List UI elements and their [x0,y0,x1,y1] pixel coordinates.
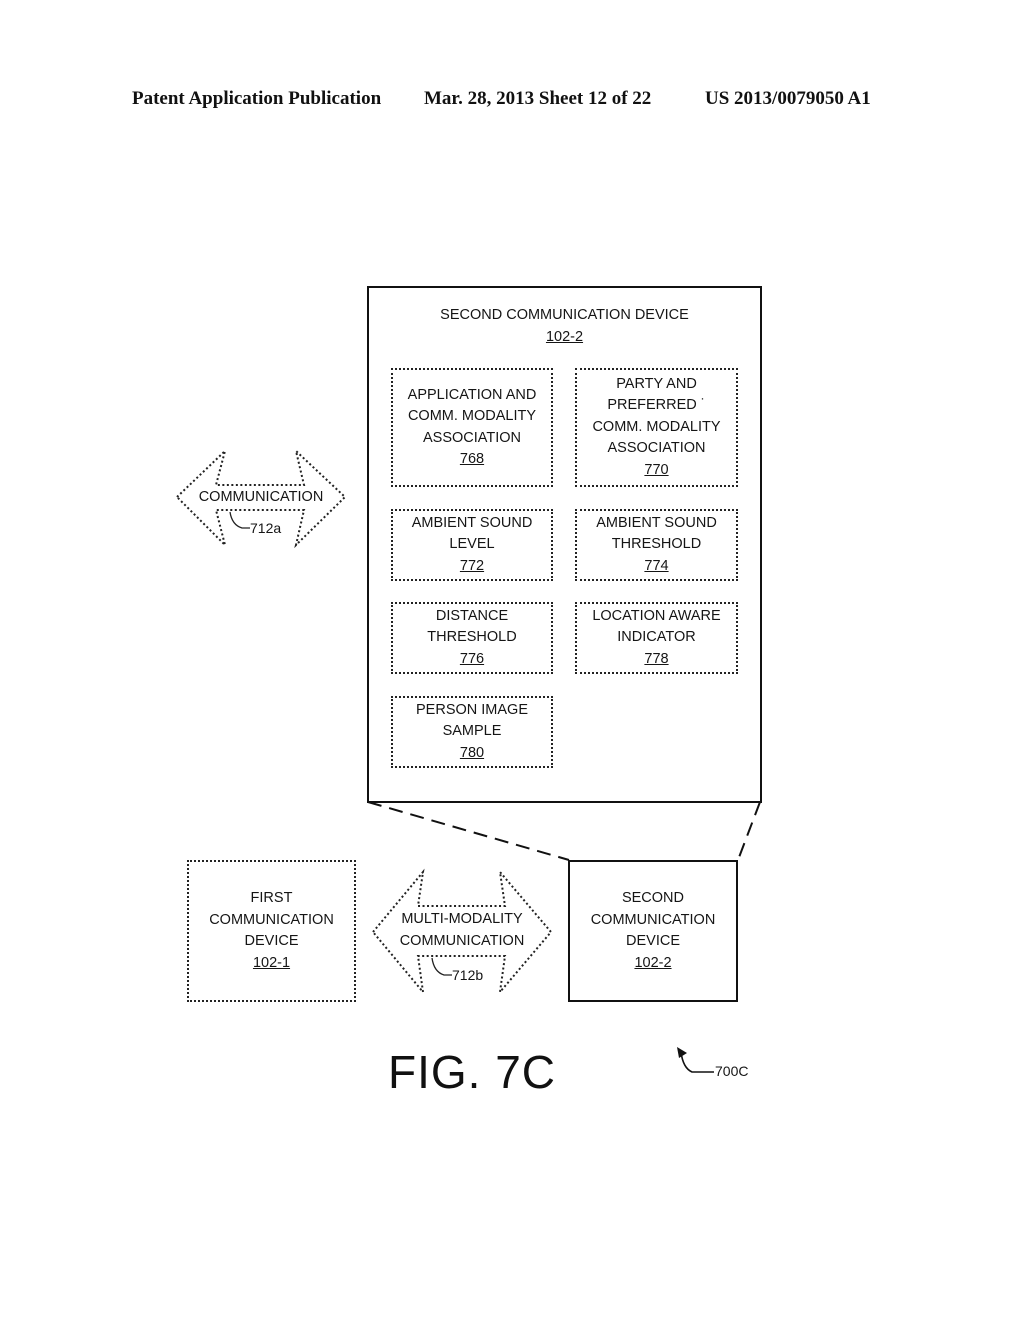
component-776-line: THRESHOLD [427,629,517,646]
detail-box-title-text: SECOND COMMUNICATION DEVICE [440,307,689,323]
component-770-line: ASSOCIATION [607,440,706,457]
zoom-connector-left [367,801,570,861]
second-device-box: SECOND COMMUNICATION DEVICE 102-2 [568,860,738,1002]
patent-number: US 2013/0079050 A1 [705,88,871,109]
first-device-line: FIRST [250,890,293,906]
component-778-line: LOCATION AWARE [592,607,721,624]
component-770: PARTY AND PREFERRED ˙ COMM. MODALITY ASS… [575,368,738,487]
second-device-line: DEVICE [626,933,680,949]
component-772: AMBIENT SOUND LEVEL 772 [391,509,553,581]
second-device-ref: 102-2 [634,954,672,971]
first-device-ref: 102-1 [252,954,291,971]
component-780-ref: 780 [459,744,485,761]
first-device-box: FIRST COMMUNICATION DEVICE 102-1 [187,860,356,1002]
component-776-ref: 776 [459,650,485,667]
component-774: AMBIENT SOUND THRESHOLD 774 [575,509,738,581]
multi-modality-label-line: MULTI-MODALITY [401,911,523,927]
ref-700c-arrow [680,1051,714,1073]
zoom-connector-right [737,801,761,861]
communication-arrow-label: COMMUNICATION [198,489,324,505]
component-772-line: LEVEL [449,536,495,553]
component-770-ref: 770 [644,461,669,478]
component-778: LOCATION AWARE INDICATOR 778 [575,602,738,674]
second-device-line: SECOND [621,890,685,906]
component-776-line: DISTANCE [435,607,509,624]
component-770-line: COMM. MODALITY [592,418,721,435]
first-device-line: COMMUNICATION [209,911,334,928]
component-768: APPLICATION AND COMM. MODALITY ASSOCIATI… [391,368,553,487]
component-770-line: PARTY AND [616,375,697,392]
component-780: PERSON IMAGE SAMPLE 780 [391,696,553,768]
component-768-line: COMM. MODALITY [407,408,537,424]
figure-label: FIG. 7C [388,1046,557,1098]
leader-712b [431,957,452,976]
multi-modality-label: MULTI-MODALITY COMMUNICATION [392,909,532,952]
component-770-line: PREFERRED ˙ [607,397,706,414]
publication-label: Patent Application Publication [132,88,382,109]
detail-box-ref: 102-2 [545,328,584,345]
component-774-line: AMBIENT SOUND [596,514,717,531]
component-774-line: THRESHOLD [611,536,702,553]
first-device-line: DEVICE [244,933,299,949]
component-778-ref: 778 [644,650,669,667]
multi-modality-ref: 712b [452,967,484,983]
component-772-line: AMBIENT SOUND [411,514,533,531]
component-776: DISTANCE THRESHOLD 776 [391,602,553,674]
communication-arrow-ref: 712a [250,520,282,536]
ref-700c-arrowhead [677,1047,687,1058]
component-768-ref: 768 [459,451,485,467]
component-772-ref: 772 [459,557,485,574]
component-768-line: APPLICATION AND [407,386,537,403]
date-sheet-label: Mar. 28, 2013 Sheet 12 of 22 [424,88,652,109]
leader-712a [229,511,250,529]
detail-box-title: SECOND COMMUNICATION DEVICE 102-2 [369,305,760,348]
component-780-line: SAMPLE [442,723,502,740]
component-778-line: INDICATOR [617,629,696,646]
component-780-line: PERSON IMAGE [416,701,528,718]
component-774-ref: 774 [644,557,669,574]
component-768-line: ASSOCIATION [422,429,522,446]
figure-ref: 700C [715,1063,749,1079]
multi-modality-label-line: COMMUNICATION [399,932,525,949]
second-device-line: COMMUNICATION [590,911,716,928]
